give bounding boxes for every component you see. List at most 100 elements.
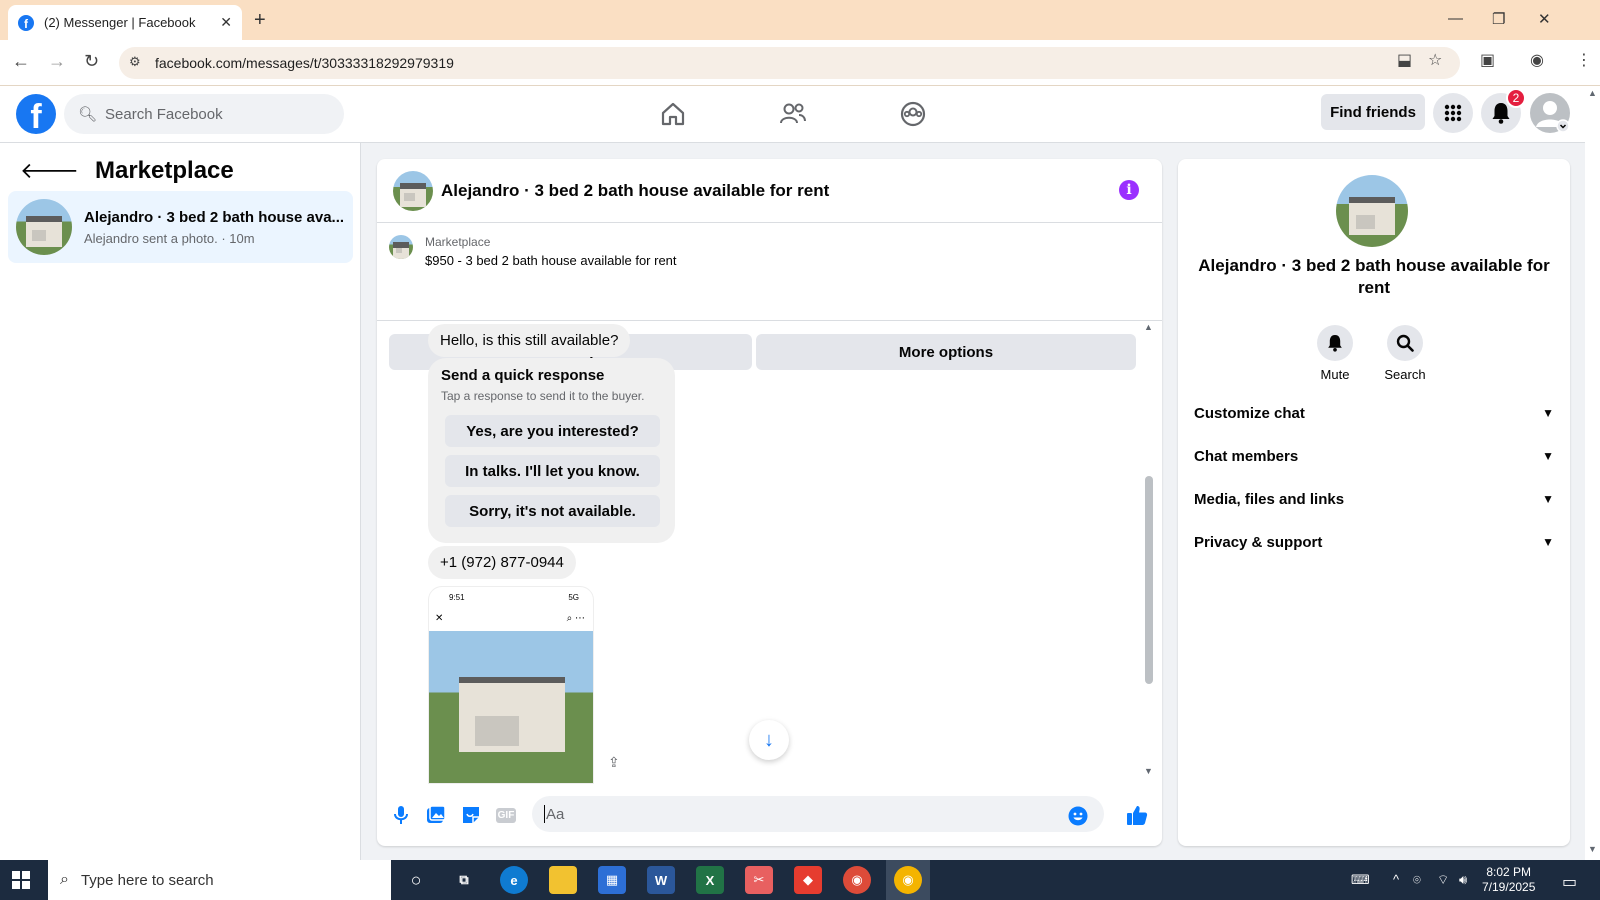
page-scroll-up-icon[interactable]: ▲ (1588, 88, 1597, 98)
chrome-active-icon[interactable]: ◉ (894, 866, 922, 894)
mute-button[interactable]: Mute (1305, 325, 1365, 382)
menu-grid-icon[interactable] (1433, 93, 1473, 133)
photo-status-signal: 5G (568, 593, 579, 602)
back-icon[interactable]: ← (12, 51, 30, 72)
close-tab-icon[interactable]: ✕ (220, 14, 232, 31)
address-bar[interactable]: ⚙ facebook.com/messages/t/30333318292979… (119, 47, 1460, 79)
cortana-icon[interactable]: ○ (402, 866, 430, 894)
excel-icon[interactable]: X (696, 866, 724, 894)
bookmark-star-icon[interactable]: ☆ (1428, 50, 1442, 70)
home-nav-icon[interactable] (653, 96, 693, 132)
profile-icon[interactable]: ◉ (1530, 50, 1544, 70)
conversation-title[interactable]: Alejandro · 3 bed 2 bath house available… (441, 181, 829, 201)
taskbar-search-placeholder: Type here to search (80, 871, 214, 889)
media-files-links-section[interactable]: Media, files and links ▼ (1194, 479, 1554, 519)
listing-thumbnail-small (389, 235, 413, 259)
window-close-icon[interactable]: ✕ (1538, 10, 1551, 28)
find-friends-button[interactable]: Find friends (1321, 94, 1425, 130)
message-composer: GIF Aa (377, 784, 1162, 846)
install-app-icon[interactable]: ⬓ (1397, 50, 1412, 70)
scroll-to-bottom-icon[interactable]: ↓ (749, 720, 789, 760)
network-icon[interactable]: ⌔ (1437, 872, 1449, 888)
tray-chevron-icon[interactable]: ^ (1393, 872, 1399, 887)
conversation-details-panel: Alejandro · 3 bed 2 bath house available… (1178, 159, 1570, 846)
photo-attach-icon[interactable] (424, 803, 448, 827)
thread-title: Alejandro · 3 bed 2 bath house ava... (84, 208, 345, 226)
quick-reply-in-talks-button[interactable]: In talks. I'll let you know. (445, 455, 660, 487)
section-label: Customize chat (1194, 404, 1305, 422)
privacy-support-section[interactable]: Privacy & support ▼ (1194, 522, 1554, 562)
task-view-icon[interactable]: ⧉ (450, 866, 478, 894)
browser-menu-icon[interactable]: ⋮ (1576, 50, 1592, 70)
listing-description[interactable]: $950 - 3 bed 2 bath house available for … (425, 253, 677, 268)
page-scroll-down-icon[interactable]: ▼ (1588, 844, 1597, 854)
details-avatar[interactable] (1336, 175, 1408, 247)
customize-chat-section[interactable]: Customize chat ▼ (1194, 393, 1554, 433)
page-scrollbar[interactable]: ▲ ▼ (1585, 86, 1600, 860)
scroll-down-arrow-icon[interactable]: ▼ (1144, 766, 1153, 776)
photo-message[interactable]: 9:51 5G ✕ ⌕ ⋯ (428, 586, 594, 784)
forward-icon[interactable]: → (48, 51, 66, 72)
system-clock[interactable]: 8:02 PM 7/19/2025 (1482, 865, 1535, 895)
taskbar-search-input[interactable]: ⌕ Type here to search (48, 860, 391, 900)
like-thumb-icon[interactable] (1125, 803, 1149, 827)
friends-nav-icon[interactable] (773, 96, 813, 132)
tab-search-icon[interactable]: ▣ (1480, 50, 1495, 70)
site-info-icon[interactable]: ⚙ (129, 54, 145, 70)
chrome-icon[interactable]: ◉ (843, 866, 871, 894)
chat-members-section[interactable]: Chat members ▼ (1194, 436, 1554, 476)
message-list: Hello, is this still available? Send a q… (377, 322, 1162, 784)
microphone-icon[interactable] (389, 803, 413, 827)
sticker-icon[interactable] (459, 803, 483, 827)
facebook-logo[interactable]: f (16, 94, 56, 134)
quick-reply-not-available-button[interactable]: Sorry, it's not available. (445, 495, 660, 527)
browser-tab[interactable]: f (2) Messenger | Facebook ✕ (8, 5, 242, 40)
search-conversation-button[interactable]: Search (1375, 325, 1435, 382)
quick-reply-interested-button[interactable]: Yes, are you interested? (445, 415, 660, 447)
new-tab-button[interactable]: + (254, 9, 266, 32)
message-input[interactable]: Aa (532, 796, 1104, 832)
action-center-icon[interactable]: ▭ (1562, 872, 1577, 892)
quick-response-subtitle: Tap a response to send it to the buyer. (441, 389, 645, 403)
chevron-down-icon: ▼ (1542, 492, 1554, 506)
back-arrow-icon[interactable]: 🡐 (20, 158, 79, 184)
magnifier-icon (1387, 325, 1423, 361)
groups-nav-icon[interactable] (893, 96, 933, 132)
message-scrollbar[interactable]: ▲ ▼ (1144, 322, 1153, 784)
quick-response-title: Send a quick response (441, 367, 605, 384)
keyboard-icon[interactable]: ⌨ (1351, 872, 1370, 888)
conversation-avatar[interactable] (393, 170, 433, 211)
thread-list-item[interactable]: Alejandro · 3 bed 2 bath house ava... Al… (8, 191, 353, 263)
message-input-placeholder: Aa (546, 805, 565, 823)
info-icon[interactable]: i (1119, 180, 1139, 200)
edge-browser-icon[interactable]: e (500, 866, 528, 894)
restore-icon[interactable]: ❐ (1492, 10, 1505, 28)
minimize-icon[interactable]: — (1448, 10, 1463, 27)
scroll-up-arrow-icon[interactable]: ▲ (1144, 322, 1153, 332)
browser-tab-bar: f (2) Messenger | Facebook ✕ + — ❐ ✕ (0, 0, 1600, 40)
microsoft-store-icon[interactable]: ▦ (598, 866, 626, 894)
section-label: Privacy & support (1194, 533, 1323, 551)
conversation-panel: Alejandro · 3 bed 2 bath house available… (377, 159, 1162, 846)
meet-icon[interactable]: ⌾ (1413, 872, 1421, 888)
share-icon[interactable]: ⇪ (608, 754, 620, 771)
account-avatar[interactable] (1530, 93, 1570, 133)
search-input[interactable]: 🔍︎ Search Facebook (64, 94, 344, 134)
app-icon[interactable]: ◆ (794, 866, 822, 894)
snipping-tool-icon[interactable]: ✂ (745, 866, 773, 894)
details-title: Alejandro · 3 bed 2 bath house available… (1198, 256, 1550, 297)
emoji-icon[interactable] (1066, 804, 1090, 828)
windows-taskbar: ⌕ Type here to search ○ ⧉ e ▦ W X ✂ ◆ ◉ … (0, 860, 1600, 900)
gif-icon[interactable]: GIF (494, 803, 518, 827)
word-icon[interactable]: W (647, 866, 675, 894)
file-explorer-icon[interactable] (549, 866, 577, 894)
conversation-header: Alejandro · 3 bed 2 bath house available… (377, 159, 1162, 223)
windows-start-icon[interactable] (12, 871, 30, 889)
photo-status-time: 9:51 (449, 593, 465, 602)
photo-toolbar-icons: ⌕ ⋯ (566, 613, 585, 624)
volume-icon[interactable]: 🔊︎ (1459, 872, 1467, 888)
tab-title: (2) Messenger | Facebook (44, 15, 196, 30)
scrollbar-thumb[interactable] (1145, 476, 1153, 684)
reload-icon[interactable]: ↻ (84, 51, 99, 72)
message-bubble: Hello, is this still available? (428, 324, 631, 357)
